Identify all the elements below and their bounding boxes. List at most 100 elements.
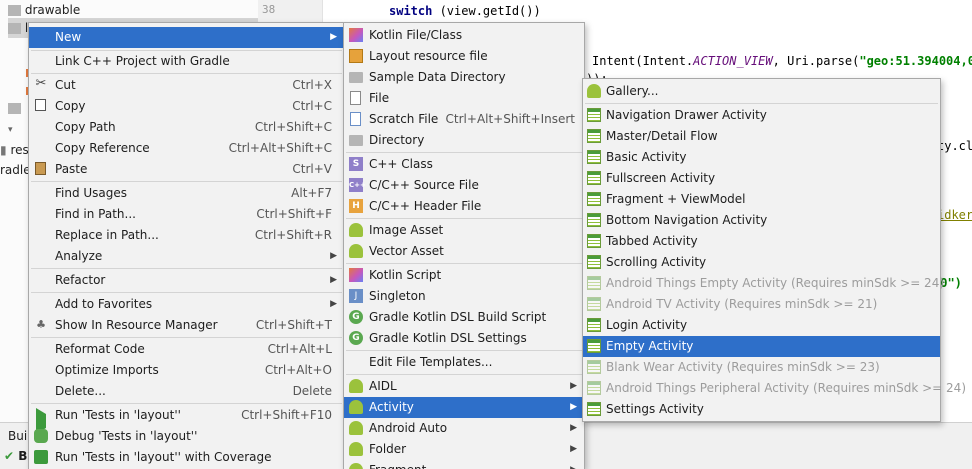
menu-item-find-in-path[interactable]: Find in Path... Ctrl+Shift+F — [29, 204, 344, 225]
new-item-file[interactable]: File — [344, 88, 584, 109]
menu-divider — [31, 292, 342, 293]
activity-template-icon — [587, 171, 601, 185]
menu-item-add-to-favorites[interactable]: Add to Favorites ▶ — [29, 294, 344, 315]
menu-item-debug-tests[interactable]: Debug 'Tests in 'layout'' — [29, 426, 344, 447]
menu-item-replace-in-path[interactable]: Replace in Path... Ctrl+Shift+R — [29, 225, 344, 246]
new-item-kotlin-file[interactable]: Kotlin File/Class — [344, 25, 584, 46]
activity-item-login[interactable]: Login Activity — [583, 315, 940, 336]
menu-item-show-in-resource-manager[interactable]: ♣ Show In Resource Manager Ctrl+Shift+T — [29, 315, 344, 336]
activity-item-tabbed[interactable]: Tabbed Activity — [583, 231, 940, 252]
menu-item-reformat-code[interactable]: Reformat Code Ctrl+Alt+L — [29, 339, 344, 360]
tree-item-res[interactable]: ▮ res — [0, 140, 29, 160]
folder-icon — [8, 23, 21, 34]
new-item-cpp-header[interactable]: H C/C++ Header File — [344, 196, 584, 217]
activity-item-android-tv: Android TV Activity (Requires minSdk >= … — [583, 294, 940, 315]
kotlin-icon — [349, 268, 363, 282]
tree-item-gradle[interactable]: radle — [0, 160, 31, 180]
menu-item-refactor[interactable]: Refactor ▶ — [29, 270, 344, 291]
menu-divider — [31, 181, 342, 182]
new-item-gradle-settings[interactable]: G Gradle Kotlin DSL Settings — [344, 328, 584, 349]
activity-template-icon — [587, 276, 601, 290]
android-icon — [587, 84, 601, 98]
new-item-aidl[interactable]: AIDL ▶ — [344, 376, 584, 397]
menu-item-copy-path[interactable]: Copy Path Ctrl+Shift+C — [29, 117, 344, 138]
tree-item-folder[interactable] — [8, 98, 21, 118]
new-item-android-auto[interactable]: Android Auto ▶ — [344, 418, 584, 439]
copy-icon — [35, 99, 46, 111]
menu-item-paste[interactable]: Paste Ctrl+V — [29, 159, 344, 180]
menu-item-find-usages[interactable]: Find Usages Alt+F7 — [29, 183, 344, 204]
menu-divider — [31, 268, 342, 269]
activity-template-icon — [587, 192, 601, 206]
new-item-vector-asset[interactable]: Vector Asset — [344, 241, 584, 262]
activity-item-basic[interactable]: Basic Activity — [583, 147, 940, 168]
new-item-layout-resource[interactable]: Layout resource file — [344, 46, 584, 67]
new-item-cpp-class[interactable]: S C++ Class — [344, 154, 584, 175]
activity-template-icon — [587, 402, 601, 416]
menu-item-analyze[interactable]: Analyze ▶ — [29, 246, 344, 267]
new-item-directory[interactable]: Directory — [344, 130, 584, 151]
cpp-class-icon: S — [349, 157, 363, 171]
new-item-sample-data-directory[interactable]: Sample Data Directory — [344, 67, 584, 88]
new-item-singleton[interactable]: J Singleton — [344, 286, 584, 307]
menu-item-copy[interactable]: Copy Ctrl+C — [29, 96, 344, 117]
menu-divider — [585, 103, 938, 104]
menu-item-copy-reference[interactable]: Copy Reference Ctrl+Alt+Shift+C — [29, 138, 344, 159]
menu-item-run-tests[interactable]: Run 'Tests in 'layout'' Ctrl+Shift+F10 — [29, 405, 344, 434]
android-icon — [349, 400, 363, 414]
code-line: ty.cl — [937, 139, 972, 153]
activity-item-navigation-drawer[interactable]: Navigation Drawer Activity — [583, 105, 940, 126]
chevron-right-icon: ▶ — [330, 299, 337, 309]
activity-item-things-empty: Android Things Empty Activity (Requires … — [583, 273, 944, 294]
new-item-scratch-file[interactable]: Scratch File Ctrl+Alt+Shift+Insert — [344, 109, 584, 130]
chevron-right-icon: ▶ — [570, 402, 577, 412]
context-menu: New ▶ Link C++ Project with Gradle ✂ Cut Ct… — [28, 22, 345, 469]
new-item-activity[interactable]: Activity ▶ — [344, 397, 584, 418]
new-item-folder[interactable]: Folder ▶ — [344, 439, 584, 460]
activity-template-icon — [587, 129, 601, 143]
new-item-kotlin-script[interactable]: Kotlin Script — [344, 265, 584, 286]
chevron-right-icon: ▶ — [570, 381, 577, 391]
new-item-cpp-source[interactable]: C++ C/C++ Source File — [344, 175, 584, 196]
cut-icon: ✂ — [35, 76, 47, 91]
menu-divider — [346, 218, 582, 219]
code-line: switch (view.getId()) — [389, 4, 541, 18]
menu-item-link-cpp[interactable]: Link C++ Project with Gradle — [29, 51, 344, 72]
tree-item-drawable[interactable]: drawable — [8, 0, 80, 20]
activity-item-bottom-navigation[interactable]: Bottom Navigation Activity — [583, 210, 940, 231]
menu-item-cut[interactable]: ✂ Cut Ctrl+X — [29, 75, 344, 96]
build-status: ✔ B — [4, 449, 28, 463]
menu-item-delete[interactable]: Delete... Delete — [29, 381, 344, 402]
menu-item-run-with-coverage[interactable]: Run 'Tests in 'layout'' with Coverage — [29, 447, 344, 468]
folder-icon — [349, 72, 363, 83]
activity-item-gallery[interactable]: Gallery... — [583, 81, 940, 102]
menu-item-new[interactable]: New ▶ — [29, 27, 344, 48]
activity-item-master-detail[interactable]: Master/Detail Flow — [583, 126, 940, 147]
new-item-gradle-build-script[interactable]: G Gradle Kotlin DSL Build Script — [344, 307, 584, 328]
new-submenu: Kotlin File/Class Layout resource file S… — [343, 22, 585, 469]
activity-item-fullscreen[interactable]: Fullscreen Activity — [583, 168, 940, 189]
chevron-right-icon: ▶ — [330, 251, 337, 261]
menu-divider — [31, 403, 342, 404]
activity-item-settings[interactable]: Settings Activity — [583, 399, 940, 420]
menu-item-optimize-imports[interactable]: Optimize Imports Ctrl+Alt+O — [29, 360, 344, 381]
new-item-image-asset[interactable]: Image Asset — [344, 220, 584, 241]
activity-item-fragment-viewmodel[interactable]: Fragment + ViewModel — [583, 189, 940, 210]
activity-item-empty[interactable]: Empty Activity — [583, 336, 940, 357]
activity-submenu: Gallery... Navigation Drawer Activity Ma… — [582, 78, 966, 422]
resource-icon: ▮ — [0, 143, 7, 157]
kotlin-icon — [349, 28, 363, 42]
activity-template-icon — [587, 339, 601, 353]
activity-item-scrolling[interactable]: Scrolling Activity — [583, 252, 940, 273]
menu-divider — [346, 152, 582, 153]
activity-template-icon — [587, 360, 601, 374]
menu-divider — [31, 73, 342, 74]
debug-icon — [34, 429, 48, 443]
line-number: 38 — [262, 3, 276, 16]
folder-icon — [8, 5, 21, 16]
tree-item-folder[interactable]: ▾ — [8, 118, 13, 138]
menu-divider — [346, 263, 582, 264]
menu-divider — [346, 374, 582, 375]
new-item-edit-file-templates[interactable]: Edit File Templates... — [344, 352, 584, 373]
singleton-icon: J — [349, 289, 363, 303]
